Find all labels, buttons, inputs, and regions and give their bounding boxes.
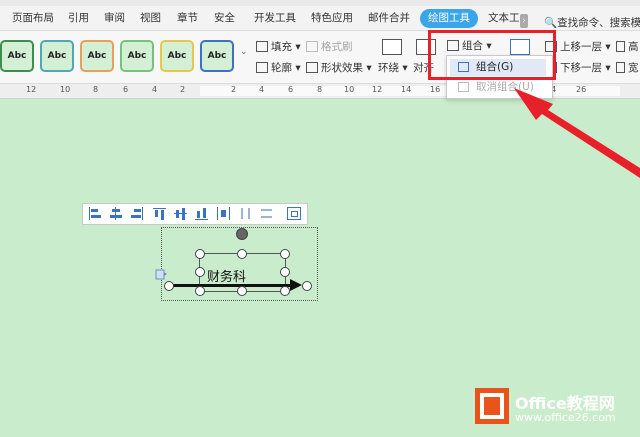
width-label: 宽	[628, 62, 639, 74]
group-icon[interactable]	[287, 207, 301, 220]
outline-button[interactable]: 轮廓 ▾	[256, 60, 301, 75]
ruler-number: 6	[288, 85, 294, 94]
ruler-number: 10	[60, 85, 71, 94]
tab-developer[interactable]: 开发工具	[254, 9, 296, 28]
resize-handle[interactable]	[195, 267, 205, 277]
shape-style-6[interactable]: Abc	[200, 40, 234, 72]
ruler-number: 10	[344, 85, 355, 94]
wrap-icon	[382, 39, 402, 55]
send-backward-label: 下移一层	[560, 62, 602, 74]
ruler-number: 16	[430, 85, 441, 94]
tab-special-apps[interactable]: 特色应用	[311, 9, 353, 28]
ruler-number: 4	[259, 85, 265, 94]
outline-icon	[256, 62, 268, 73]
wrap-label: 环绕	[378, 62, 399, 74]
command-search-text: 查找命令、搜索模板	[557, 17, 640, 29]
ruler-number: 2	[231, 85, 237, 94]
distribute-columns-icon[interactable]	[239, 207, 253, 220]
shape-effect-label: 形状效果	[321, 62, 363, 74]
search-icon: 🔍	[544, 17, 558, 29]
ruler-number: 8	[93, 85, 99, 94]
shape-style-5[interactable]: Abc	[160, 40, 194, 72]
shape-style-1[interactable]: Abc	[0, 40, 34, 72]
format-brush-label: 格式刷	[321, 41, 353, 53]
rotate-handle-icon[interactable]	[236, 228, 248, 240]
logo-url: www.office26.com	[515, 411, 616, 424]
tab-security[interactable]: 安全	[214, 9, 235, 28]
arrow-shape[interactable]	[168, 284, 298, 287]
arrow-start-handle[interactable]	[164, 281, 174, 291]
tab-view[interactable]: 视图	[140, 9, 161, 28]
resize-handle[interactable]	[280, 267, 290, 277]
height-label: 高	[628, 41, 639, 53]
tab-chapter[interactable]: 章节	[177, 9, 198, 28]
ribbon-tabs: 页面布局 引用 审阅 视图 章节 安全 开发工具 特色应用 邮件合并 绘图工具 …	[0, 6, 640, 31]
ruler-number: 8	[317, 85, 323, 94]
ungroup-icon	[458, 82, 469, 92]
resize-handle[interactable]	[280, 286, 290, 296]
tab-page-layout[interactable]: 页面布局	[12, 9, 54, 28]
ruler-number: 14	[401, 85, 412, 94]
resize-handle[interactable]	[237, 249, 247, 259]
format-brush-icon	[306, 41, 318, 52]
align-left-icon[interactable]	[88, 207, 102, 220]
align-middle-icon[interactable]	[174, 207, 188, 220]
text-box-content: 财务科	[207, 270, 247, 285]
paint-bucket-icon	[256, 41, 268, 52]
shape-effect-button[interactable]: 形状效果 ▾	[306, 60, 372, 75]
fill-label: 填充	[271, 41, 292, 53]
ruler-number: 12	[372, 85, 383, 94]
highlight-annotation-box	[428, 30, 556, 80]
anchor-icon[interactable]	[155, 268, 167, 280]
wrap-button[interactable]: 环绕 ▾	[378, 60, 408, 75]
gallery-more-icon[interactable]: ⌄	[240, 47, 248, 57]
format-brush-button[interactable]: 格式刷	[306, 39, 353, 54]
floating-align-toolbar	[82, 203, 308, 225]
office-tutorial-logo: Office教程网 www.office26.com	[475, 384, 635, 432]
align-top-icon[interactable]	[153, 207, 167, 220]
align-bottom-icon[interactable]	[195, 207, 209, 220]
resize-handle[interactable]	[280, 249, 290, 259]
tabs-scroll-right-icon[interactable]: ›	[520, 14, 528, 28]
ruler-number: 26	[576, 85, 587, 94]
menu-item-ungroup[interactable]: 取消组合(U)	[450, 79, 546, 96]
ruler-number: 6	[123, 85, 129, 94]
height-icon	[616, 41, 625, 52]
command-search[interactable]: 🔍查找命令、搜索模板	[544, 15, 640, 30]
distribute-horizontal-icon[interactable]	[217, 207, 231, 220]
tab-drawing-tools[interactable]: 绘图工具	[420, 9, 478, 28]
resize-handle[interactable]	[195, 249, 205, 259]
shape-effect-icon	[306, 62, 318, 73]
distribute-vertical-icon[interactable]	[260, 207, 274, 220]
ruler-number: 4	[152, 85, 158, 94]
resize-handle[interactable]	[237, 286, 247, 296]
tab-text-tools[interactable]: 文本工	[488, 9, 520, 28]
tab-mail-merge[interactable]: 邮件合并	[368, 9, 410, 28]
shape-style-2[interactable]: Abc	[40, 40, 74, 72]
outline-label: 轮廓	[271, 62, 292, 74]
tab-review[interactable]: 审阅	[104, 9, 125, 28]
tab-references[interactable]: 引用	[68, 9, 89, 28]
shape-style-4[interactable]: Abc	[120, 40, 154, 72]
width-field[interactable]: 宽	[616, 60, 639, 75]
align-right-icon[interactable]	[130, 207, 144, 220]
arrow-end-handle[interactable]	[302, 281, 312, 291]
align-center-icon[interactable]	[109, 207, 123, 220]
bring-forward-label: 上移一层	[560, 41, 602, 53]
office-logo-icon	[475, 388, 509, 424]
resize-handle[interactable]	[195, 286, 205, 296]
menu-item-ungroup-label: 取消组合(U)	[476, 81, 534, 93]
shape-style-3[interactable]: Abc	[80, 40, 114, 72]
arrow-head	[290, 279, 302, 291]
ruler-number: 2	[180, 85, 186, 94]
ruler-number: 12	[26, 85, 37, 94]
fill-button[interactable]: 填充 ▾	[256, 39, 301, 54]
height-field[interactable]: 高	[616, 39, 639, 54]
width-icon	[616, 62, 625, 73]
